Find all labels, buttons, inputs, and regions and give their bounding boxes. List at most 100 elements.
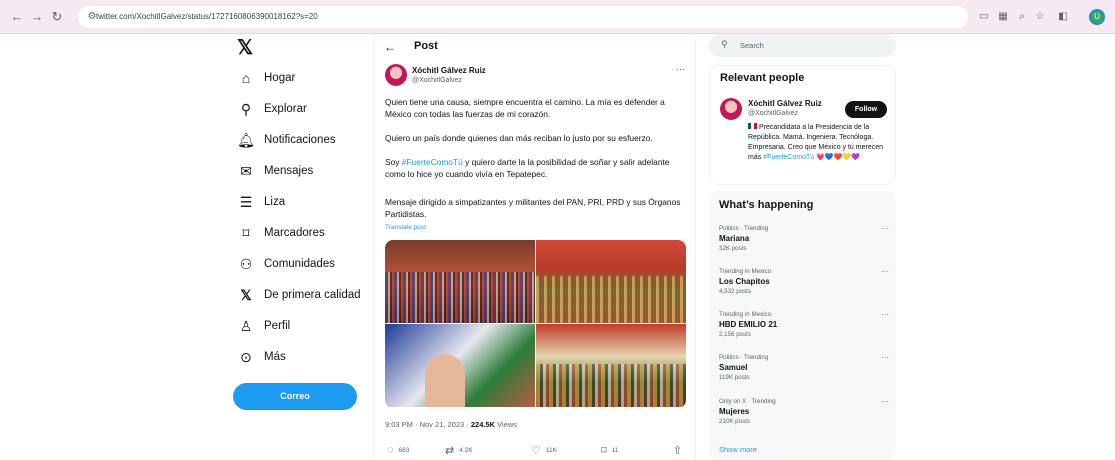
sidebar-item-label: Mensajes (264, 165, 314, 177)
sidebar-item-messages[interactable]: ✉ Mensajes (237, 157, 313, 185)
like-count: 11K (545, 447, 557, 454)
search-input[interactable]: ⚲ Search (709, 34, 896, 57)
x-logo-icon[interactable]: 𝕏 (237, 36, 261, 60)
sidebar-item-profile[interactable]: ♙ Perfil (237, 312, 290, 340)
sidebar-item-communities[interactable]: ⚇ Comunidades (237, 250, 335, 278)
url-text[interactable]: twitter.com/XochitlGalvez/status/1727160… (96, 10, 318, 24)
sidebar-item-label: Más (264, 351, 286, 363)
author-name[interactable]: Xóchitl Gálvez Ruiz (412, 66, 486, 75)
search-placeholder[interactable]: Search (740, 41, 764, 50)
address-bar[interactable]: ⚙ twitter.com/XochitlGalvez/status/17271… (78, 6, 968, 28)
post-column: ← Post Xóchitl Gálvez Ruiz @XochitlGalve… (373, 34, 696, 460)
post-timestamp[interactable]: 9:03 PM · Nov 21, 2023 · (385, 420, 471, 429)
sidebar-item-home[interactable]: ⌂ Hogar (237, 64, 296, 92)
more-circle-icon: ⊙ (240, 349, 252, 365)
translate-link[interactable]: Translate post (385, 224, 426, 231)
x-logo-icon: 𝕏 (240, 287, 252, 303)
post-photo[interactable] (385, 240, 535, 323)
more-options-icon[interactable]: ··· (881, 397, 889, 406)
bookmark-star-icon[interactable]: ☆ (1033, 10, 1047, 24)
trend-item[interactable]: Trending in Mexico Los Chapitos 4,532 po… (719, 267, 889, 296)
bookmark-button[interactable]: ⌑ 11 (601, 444, 618, 457)
trend-item[interactable]: Politics · Trending Samuel 119K posts ··… (719, 353, 889, 382)
trend-category: Trending in Mexico (719, 311, 772, 318)
reply-button[interactable]: ◌ 683 (387, 444, 409, 456)
sidebar-item-label: Marcadores (264, 227, 325, 239)
sidebar-item-bookmarks[interactable]: ⌑ Marcadores (237, 219, 325, 247)
trend-name: Samuel (719, 363, 748, 372)
sidebar-item-label: Comunidades (264, 258, 335, 270)
mexico-flag-icon (748, 123, 757, 129)
sidepanel-icon[interactable]: ◧ (1056, 10, 1070, 24)
trend-name: Mujeres (719, 407, 750, 416)
post-text-para4: Mensaje dirigido a simpatizantes y milit… (385, 197, 681, 219)
avatar[interactable] (720, 98, 742, 120)
avatar[interactable] (385, 64, 407, 86)
sidebar-item-label: Liza (264, 196, 286, 208)
trend-category: Politics · Trending (719, 354, 769, 361)
bookmark-count: 11 (611, 447, 619, 454)
more-options-icon[interactable]: ··· (881, 353, 889, 362)
trend-item[interactable]: Only on X · Trending Mujeres 210K posts … (719, 397, 889, 426)
sidebar-item-lists[interactable]: ☰ Liza (237, 188, 285, 216)
show-more-link[interactable]: Show more (719, 445, 757, 454)
repost-button[interactable]: ⇄ 4.2K (445, 444, 473, 457)
trend-item[interactable]: Politics · Trending Mariana 32K posts ··… (719, 224, 889, 253)
sidebar-item-notifications[interactable]: 🔔︎ Notificaciones (237, 126, 335, 154)
more-options-icon[interactable]: ··· (676, 64, 685, 74)
search-icon: ⚲ (240, 101, 252, 117)
post-photo[interactable] (536, 324, 686, 407)
follow-button[interactable]: Follow (845, 101, 887, 118)
relevant-people-title: Relevant people (720, 72, 805, 84)
views-label: Views (495, 420, 518, 429)
sidebar-item-label: De primera calidad (264, 289, 361, 301)
person-handle[interactable]: @XochitlGalvez (748, 110, 798, 117)
more-options-icon[interactable]: ··· (881, 224, 889, 233)
whats-happening-panel: What’s happening Politics · Trending Mar… (709, 191, 896, 460)
post-meta: 9:03 PM · Nov 21, 2023 · 224.5K Views (385, 420, 517, 429)
home-icon: ⌂ (241, 70, 251, 86)
cast-icon[interactable]: ▭ (977, 10, 991, 24)
more-options-icon[interactable]: ··· (881, 267, 889, 276)
like-button[interactable]: ♡ 11K (531, 444, 557, 457)
reload-icon[interactable]: ↻ (48, 8, 66, 26)
sidebar-item-label: Hogar (264, 72, 296, 84)
trend-name: HBD EMILIO 21 (719, 320, 778, 329)
mail-icon: ✉ (240, 163, 252, 179)
person-icon: ♙ (239, 318, 253, 334)
list-icon: ☰ (239, 194, 253, 210)
post-button[interactable]: Correo (233, 383, 357, 410)
browser-toolbar: ← → ↻ ⚙ twitter.com/XochitlGalvez/status… (0, 0, 1115, 34)
share-icon: ⇧ (673, 445, 683, 457)
sidebar-item-explore[interactable]: ⚲ Explorar (237, 95, 307, 123)
bell-icon: 🔔︎ (237, 132, 255, 148)
zoom-icon[interactable]: ⌕ (1015, 10, 1029, 24)
relevant-people-panel: Relevant people Xóchitl Gálvez Ruiz @Xoc… (709, 65, 896, 185)
trend-item[interactable]: Trending in Mexico HBD EMILIO 21 2,156 p… (719, 310, 889, 339)
trend-count: 32K posts (719, 245, 747, 252)
post-text-para3-pre: Soy (385, 157, 402, 167)
sidebar-item-label: Explorar (264, 103, 307, 115)
hashtag-link[interactable]: #FuerteComoTú (402, 157, 463, 167)
page-title: Post (414, 40, 438, 52)
trend-count: 2,156 posts (719, 331, 751, 338)
hashtag-link[interactable]: #FuerteComoTú (763, 154, 814, 161)
trend-name: Mariana (719, 234, 750, 243)
author-handle[interactable]: @XochitlGalvez (412, 77, 462, 84)
back-arrow-icon[interactable]: ← (384, 40, 396, 54)
profile-avatar[interactable]: U (1089, 9, 1105, 25)
post-photo[interactable] (536, 240, 686, 323)
post-photo[interactable] (385, 324, 535, 407)
share-button[interactable]: ⇧ (673, 444, 687, 457)
person-name[interactable]: Xóchitl Gálvez Ruiz (748, 99, 822, 108)
forward-arrow-icon[interactable]: → (28, 8, 46, 26)
more-options-icon[interactable]: ··· (881, 310, 889, 319)
trend-count: 210K posts (719, 418, 750, 425)
back-arrow-icon[interactable]: ← (8, 8, 26, 26)
translate-icon[interactable]: ▦ (996, 10, 1010, 24)
bookmark-icon: ⌑ (601, 445, 607, 457)
sidebar-item-more[interactable]: ⊙ Más (237, 343, 286, 371)
sidebar-item-premium[interactable]: 𝕏 De primera calidad (237, 281, 361, 309)
post-actions: ◌ 683 ⇄ 4.2K ♡ 11K ⌑ 11 ⇧ (385, 444, 685, 458)
post-text-para2: Quiero un país donde quienes dan más rec… (385, 133, 653, 143)
